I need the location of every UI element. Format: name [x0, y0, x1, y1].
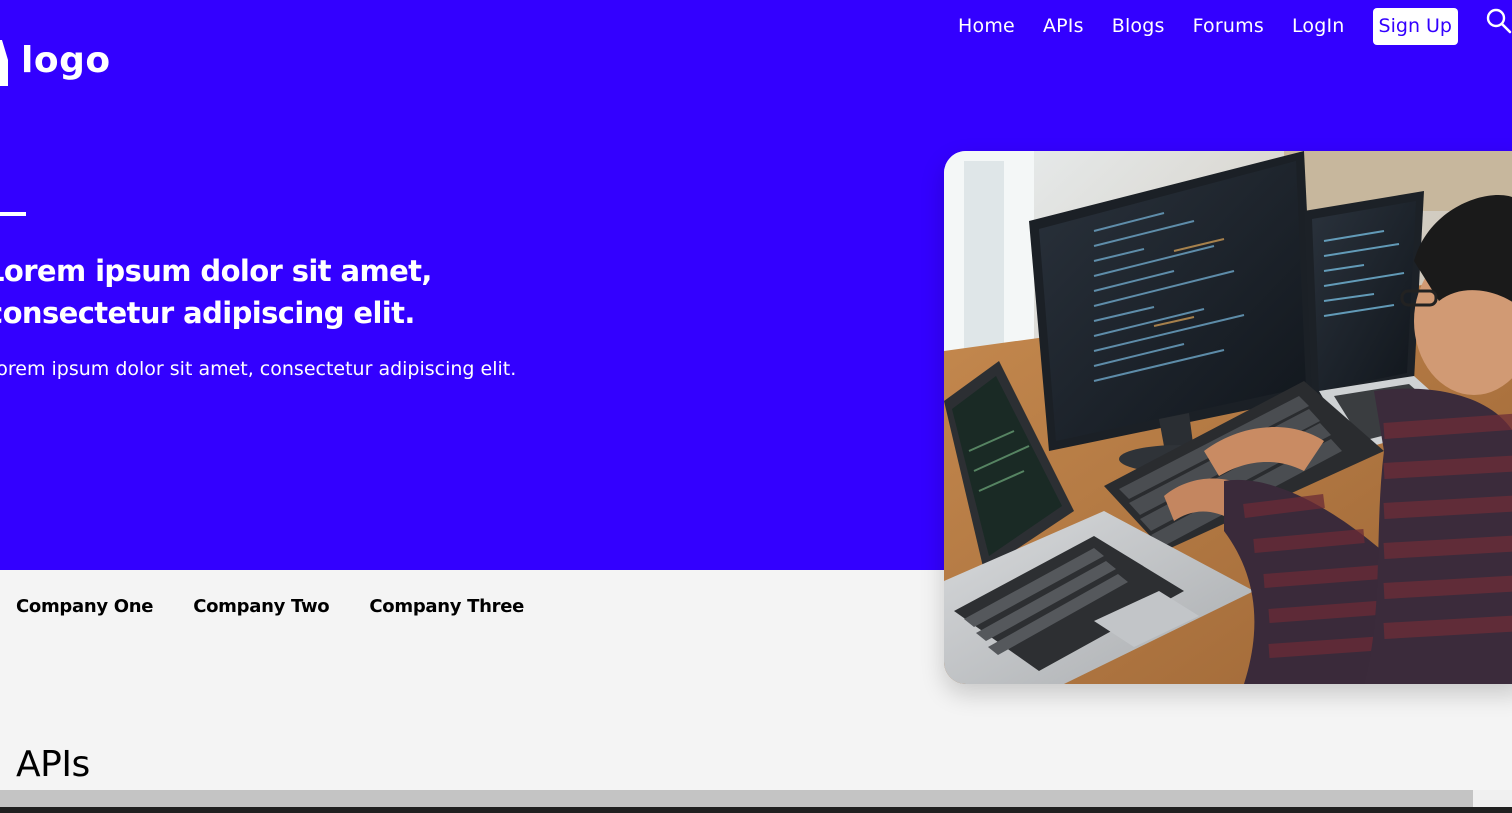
- hero-accent-line: [0, 212, 26, 216]
- companies-list: Company One Company Two Company Three: [16, 596, 564, 617]
- horizontal-scrollbar[interactable]: [0, 790, 1512, 807]
- logo-mark-icon: [0, 40, 8, 86]
- nav-forums[interactable]: Forums: [1193, 15, 1264, 37]
- nav-login[interactable]: LogIn: [1292, 15, 1345, 37]
- main-nav: Home APIs Blogs Forums LogIn Sign Up: [958, 7, 1512, 45]
- search-icon[interactable]: [1486, 8, 1512, 34]
- nav-home[interactable]: Home: [958, 15, 1015, 37]
- apis-section-title: APIs: [16, 744, 90, 785]
- company-item: Company Three: [369, 596, 525, 617]
- hero-image: [944, 151, 1512, 684]
- company-item: Company One: [16, 596, 154, 617]
- signup-button[interactable]: Sign Up: [1372, 7, 1458, 45]
- nav-apis[interactable]: APIs: [1043, 15, 1084, 37]
- logo-text: logo: [21, 40, 111, 81]
- developer-photo-illustration: [944, 151, 1512, 684]
- hero-subtitle: Lorem ipsum dolor sit amet, consectetur …: [0, 358, 517, 380]
- company-item: Company Two: [193, 596, 330, 617]
- nav-blogs[interactable]: Blogs: [1112, 15, 1165, 37]
- hero-title: Lorem ipsum dolor sit amet, consectetur …: [0, 254, 432, 330]
- bottom-edge: [0, 807, 1512, 813]
- scrollbar-thumb[interactable]: [0, 790, 1473, 807]
